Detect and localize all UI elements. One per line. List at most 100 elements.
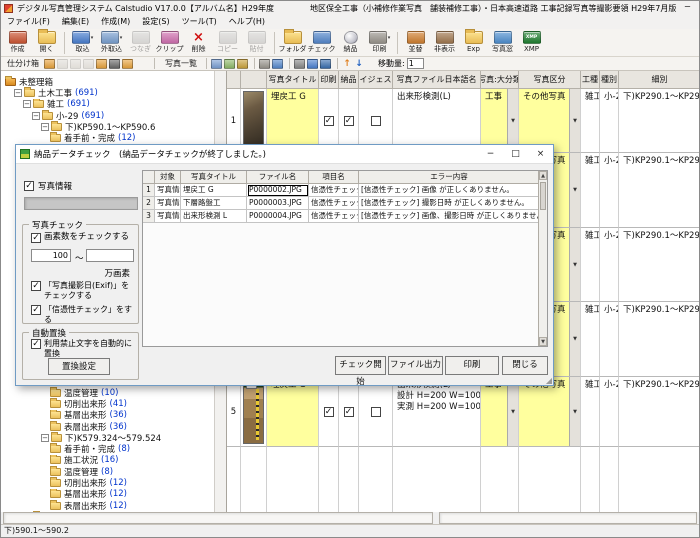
menu-item-1[interactable]: 編集(E) (56, 15, 95, 29)
toolbar-button-copy[interactable]: コピー (213, 30, 242, 54)
tree-item[interactable]: 切削出来形(41) (1, 398, 214, 409)
check-start-button[interactable]: チェック開始 (335, 356, 386, 375)
toolbar-button-open[interactable]: 開く (32, 30, 61, 54)
menu-item-5[interactable]: ヘルプ(H) (223, 15, 271, 29)
list-sort-az-icon[interactable] (259, 59, 270, 69)
print-checkbox[interactable]: ✓ (324, 407, 334, 417)
authenticity-check-checkbox[interactable]: ✓ (31, 305, 41, 315)
file-output-button[interactable]: ファイル出力 (388, 356, 443, 375)
dialog-close-button[interactable]: × (528, 145, 553, 164)
pixel-to-input[interactable] (86, 249, 134, 262)
dropdown-button[interactable]: ▼ (569, 89, 580, 152)
toolbar-button-sort[interactable]: 並替 (401, 30, 430, 54)
sorter-box-up-icon[interactable] (96, 59, 107, 69)
digest-checkbox[interactable] (371, 407, 381, 417)
toolbar-button-create[interactable]: 作成 (3, 30, 32, 54)
print-checkbox[interactable]: ✓ (324, 116, 334, 126)
close-dialog-button[interactable]: 閉じる (502, 356, 548, 375)
photo-info-checkbox[interactable]: ✓ (24, 181, 34, 191)
dropdown-button[interactable]: ▼ (569, 377, 580, 446)
pixel-check-checkbox[interactable]: ✓ (31, 233, 41, 243)
sorter-box-4-icon[interactable] (83, 59, 94, 69)
move-amount-input[interactable] (407, 58, 424, 69)
tree-item[interactable]: 表層出来形(12) (1, 500, 214, 511)
collapse-icon[interactable]: − (41, 434, 49, 442)
dropdown-arrow-icon[interactable]: ▾ (91, 35, 94, 41)
toolbar-button-hide[interactable]: 非表示 (430, 30, 459, 54)
error-row[interactable]: 3写真情報出来形検測 LP0000004.JPG信憑性チェック[信憑性チェック]… (143, 210, 547, 223)
sorter-find-icon[interactable] (109, 59, 120, 69)
menu-item-0[interactable]: ファイル(F) (1, 15, 56, 29)
toolbar-button-delivery[interactable]: 納品 (336, 30, 365, 54)
forbidden-char-checkbox[interactable]: ✓ (31, 339, 41, 349)
tree-item[interactable]: −下)KP590.1～KP590.6 (1, 121, 214, 132)
cell-category[interactable]: 工事▼ (481, 377, 519, 447)
tree-item[interactable]: −下)K579.324～579.524 (1, 432, 214, 443)
toolbar-button-delete[interactable]: ×削除 (184, 30, 213, 54)
sorter-box-find-icon[interactable] (122, 59, 133, 69)
list-bars-icon[interactable] (294, 59, 305, 69)
collapse-icon[interactable]: − (23, 100, 31, 108)
menu-item-2[interactable]: 作成(M) (95, 15, 136, 29)
collapse-icon[interactable]: − (41, 123, 49, 131)
scroll-down-icon[interactable]: ▼ (539, 337, 547, 346)
toolbar-button-connect[interactable]: つなぎ (126, 30, 155, 54)
toolbar-button-exp[interactable]: Exp (459, 30, 488, 54)
toolbar-button-photo-window[interactable]: 写真窓 (488, 30, 517, 54)
toolbar-button-xmp[interactable]: XMPXMP (517, 30, 546, 54)
delivery-checkbox[interactable]: ✓ (344, 116, 354, 126)
digest-checkbox[interactable] (371, 116, 381, 126)
tree-item[interactable]: −土木工事(691) (1, 87, 214, 98)
replace-settings-button[interactable]: 置換設定 (48, 358, 110, 375)
dropdown-button[interactable]: ▼ (569, 228, 580, 301)
cell-kubun[interactable]: その他写真▼ (519, 377, 581, 447)
cell-title[interactable]: 埋戻工 G (267, 377, 319, 447)
tree-item[interactable]: −小-29(691) (1, 110, 214, 121)
photo-thumbnail[interactable] (243, 91, 264, 150)
toolbar-button-paste[interactable]: 貼付 (242, 30, 271, 54)
tree-item[interactable]: 温度管理(10) (1, 387, 214, 398)
menu-item-4[interactable]: ツール(T) (176, 15, 223, 29)
error-row[interactable]: 1写真情報埋戻工 GP0000002.JPG信憑性チェック[信憑性チェック] 画… (143, 184, 547, 197)
scrollbar-thumb[interactable] (540, 182, 546, 210)
error-table-scrollbar[interactable]: ▲ ▼ (538, 171, 547, 346)
sorter-box-2-icon[interactable] (57, 59, 68, 69)
exif-check-checkbox[interactable]: ✓ (31, 281, 41, 291)
toolbar-button-clip[interactable]: クリップ (155, 30, 184, 54)
resize-grip[interactable]: ◢ (546, 376, 552, 385)
minimize-button[interactable]: − (676, 1, 698, 15)
tree-item[interactable]: 着手前・完成(8) (1, 443, 214, 454)
dropdown-button[interactable]: ▼ (569, 302, 580, 376)
toolbar-button-check[interactable]: チェック (307, 30, 336, 54)
delivery-checkbox[interactable]: ✓ (344, 407, 354, 417)
dialog-maximize-button[interactable]: □ (503, 145, 528, 164)
dropdown-arrow-icon[interactable]: ▾ (120, 35, 123, 41)
sorter-box-3-icon[interactable] (70, 59, 81, 69)
photo-row[interactable]: 5埋戻工 G✓✓出来形検測(L)設計 H=200 W=1000実測 H=200 … (227, 377, 699, 447)
list-move-up-icon[interactable]: ↑ (342, 59, 352, 69)
tree-item[interactable]: 着手前・完成(12) (1, 132, 214, 143)
dropdown-arrow-icon[interactable]: ▾ (388, 35, 391, 41)
tree-item[interactable]: 温度管理(8) (1, 466, 214, 477)
toolbar-button-import[interactable]: ▾取込 (68, 30, 97, 54)
list-horizontal-scrollbar[interactable] (439, 512, 697, 524)
scroll-up-icon[interactable]: ▲ (539, 171, 547, 180)
tree-item[interactable]: 未整理箱 (1, 76, 214, 87)
toolbar-button-import-ext[interactable]: ▾外取込 (97, 30, 126, 54)
tree-item[interactable]: −雑工(691) (1, 99, 214, 110)
print-button[interactable]: 印刷 (445, 356, 499, 375)
photo-row[interactable] (227, 447, 699, 512)
tree-item[interactable]: 基層出来形(36) (1, 410, 214, 421)
dropdown-button[interactable]: ▼ (507, 89, 518, 152)
toolbar-button-folder[interactable]: フォルダ (278, 30, 307, 54)
error-row[interactable]: 2写真情報下層路盤工P0000003.JPG信憑性チェック[信憑性チェック] 撮… (143, 197, 547, 210)
dropdown-button[interactable]: ▼ (507, 377, 518, 446)
sorter-new-box-icon[interactable] (44, 59, 55, 69)
list-edit-photo-icon[interactable] (224, 59, 235, 69)
dropdown-button[interactable]: ▼ (569, 153, 580, 227)
list-move-down-icon[interactable]: ↓ (354, 59, 364, 69)
collapse-icon[interactable]: − (14, 89, 22, 97)
photo-thumbnail[interactable] (243, 379, 264, 444)
list-grid-view-icon[interactable] (272, 59, 283, 69)
collapse-icon[interactable]: − (32, 112, 40, 120)
